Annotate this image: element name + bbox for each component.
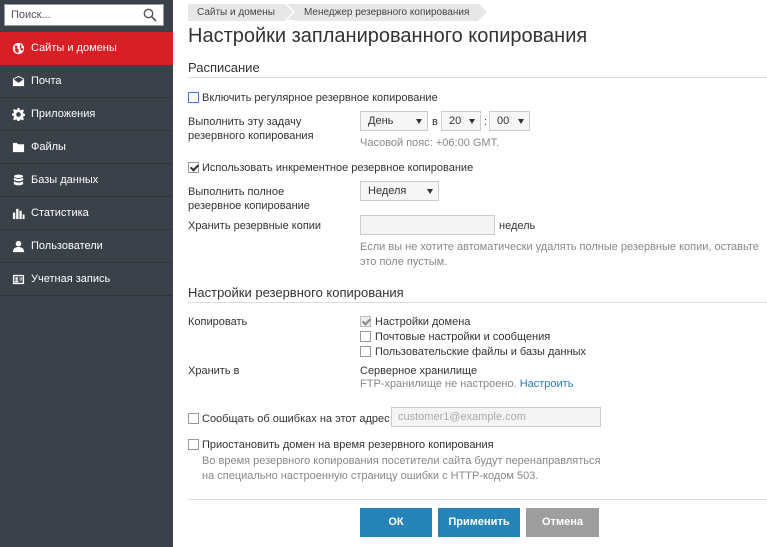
period-select-value: День bbox=[368, 115, 394, 127]
mail-settings-checkbox[interactable] bbox=[360, 331, 371, 342]
sidebar-item-account[interactable]: Учетная запись bbox=[0, 263, 173, 296]
notify-email-input[interactable]: customer1@example.com bbox=[391, 407, 601, 427]
sidebar-item-mail[interactable]: Почта bbox=[0, 65, 173, 98]
search-icon[interactable] bbox=[143, 8, 157, 22]
cancel-button[interactable]: Отмена bbox=[526, 508, 599, 537]
full-backup-period-value: Неделя bbox=[368, 185, 407, 197]
full-backup-period-select[interactable]: Неделя bbox=[360, 181, 439, 201]
store-in-label: Хранить в bbox=[188, 365, 240, 377]
mail-settings-label: Почтовые настройки и сообщения bbox=[375, 331, 551, 343]
backup-section-title: Настройки резервного копирования bbox=[188, 285, 404, 300]
breadcrumb-item-sites[interactable]: Сайты и домены bbox=[188, 4, 293, 21]
keep-backups-input[interactable] bbox=[360, 215, 495, 235]
schedule-section-title: Расписание bbox=[188, 60, 260, 75]
breadcrumb-item-backup-manager[interactable]: Менеджер резервного копирования bbox=[286, 4, 488, 21]
hour-select-value: 20 bbox=[449, 115, 462, 127]
domain-settings-label: Настройки домена bbox=[375, 316, 471, 328]
minute-select-value: 00 bbox=[497, 115, 510, 127]
notify-errors-label: Сообщать об ошибках на этот адрес bbox=[202, 413, 390, 425]
incremental-checkbox[interactable] bbox=[188, 162, 199, 173]
ftp-status-text: FTP-хранилище не настроено. bbox=[360, 378, 517, 390]
store-value: Серверное хранилище bbox=[360, 365, 478, 377]
sidebar-item-label: Статистика bbox=[31, 207, 89, 219]
chevron-down-icon bbox=[518, 119, 524, 124]
full-backup-label-line2: резервное копирование bbox=[188, 200, 310, 212]
globe-icon bbox=[11, 41, 25, 55]
page-title: Настройки запланированного копирования bbox=[188, 25, 588, 47]
divider bbox=[188, 302, 767, 303]
sidebar-item-statistics[interactable]: Статистика bbox=[0, 197, 173, 230]
database-icon bbox=[11, 173, 25, 187]
timezone-text: Часовой пояс: +06:00 GMT. bbox=[360, 137, 500, 149]
user-icon bbox=[11, 239, 25, 253]
keep-backups-unit: недель bbox=[499, 220, 536, 232]
run-task-label-line2: резервного копирования bbox=[188, 130, 314, 142]
sidebar-item-label: Пользователи bbox=[31, 240, 103, 252]
notify-errors-checkbox[interactable] bbox=[188, 413, 199, 424]
minute-select[interactable]: 00 bbox=[489, 111, 530, 131]
main-content: Сайты и домены Менеджер резервного копир… bbox=[173, 0, 767, 547]
ok-button[interactable]: ОК bbox=[360, 508, 432, 537]
chart-icon bbox=[11, 206, 25, 220]
period-select[interactable]: День bbox=[360, 111, 428, 131]
sidebar-item-label: Приложения bbox=[31, 108, 96, 120]
sidebar-item-sites-domains[interactable]: Сайты и домены bbox=[0, 32, 173, 65]
sidebar-item-users[interactable]: Пользователи bbox=[0, 230, 173, 263]
enable-schedule-label: Включить регулярное резервное копировани… bbox=[202, 92, 438, 104]
chevron-down-icon bbox=[416, 119, 422, 124]
suspend-hint-line2: на специально настроенную страницу ошибк… bbox=[202, 470, 539, 482]
sidebar: Сайты и домены Почта Приложения Файлы Ба… bbox=[0, 0, 173, 547]
enable-schedule-checkbox[interactable] bbox=[188, 92, 199, 103]
domain-settings-checkbox[interactable] bbox=[360, 316, 371, 327]
account-icon bbox=[11, 272, 25, 286]
suspend-hint-line1: Во время резервного копирования посетите… bbox=[202, 455, 601, 467]
mail-icon bbox=[11, 74, 25, 88]
sidebar-item-label: Почта bbox=[31, 75, 62, 87]
sidebar-nav: Сайты и домены Почта Приложения Файлы Ба… bbox=[0, 32, 173, 296]
copy-label: Копировать bbox=[188, 316, 248, 328]
time-colon: : bbox=[484, 116, 488, 128]
ftp-status: FTP-хранилище не настроено. Настроить bbox=[360, 377, 573, 391]
sidebar-item-label: Файлы bbox=[31, 141, 66, 153]
ftp-configure-link[interactable]: Настроить bbox=[520, 378, 574, 390]
search-box[interactable] bbox=[4, 4, 164, 26]
sidebar-item-files[interactable]: Файлы bbox=[0, 131, 173, 164]
run-task-label-line1: Выполнить эту задачу bbox=[188, 116, 302, 128]
gear-icon bbox=[11, 107, 25, 121]
sidebar-item-databases[interactable]: Базы данных bbox=[0, 164, 173, 197]
chevron-down-icon bbox=[427, 189, 433, 194]
divider bbox=[188, 499, 767, 500]
sidebar-item-label: Учетная запись bbox=[31, 273, 111, 285]
search-input[interactable] bbox=[5, 5, 137, 25]
hour-select[interactable]: 20 bbox=[441, 111, 481, 131]
incremental-label: Использовать инкрементное резервное копи… bbox=[202, 162, 474, 174]
suspend-domain-checkbox[interactable] bbox=[188, 439, 199, 450]
at-label: в bbox=[432, 116, 438, 128]
keep-backups-label: Хранить резервные копии bbox=[188, 220, 322, 232]
chevron-down-icon bbox=[469, 119, 475, 124]
full-backup-label-line1: Выполнить полное bbox=[188, 186, 285, 198]
suspend-domain-label: Приостановить домен на время резервного … bbox=[202, 439, 494, 451]
user-files-checkbox[interactable] bbox=[360, 346, 371, 357]
keep-backups-hint-line1: Если вы не хотите автоматически удалять … bbox=[360, 241, 759, 253]
sidebar-item-label: Сайты и домены bbox=[31, 42, 117, 54]
breadcrumb: Сайты и домены Менеджер резервного копир… bbox=[188, 4, 489, 21]
folder-icon bbox=[11, 140, 25, 154]
divider bbox=[188, 77, 767, 78]
sidebar-item-label: Базы данных bbox=[31, 174, 99, 186]
apply-button[interactable]: Применить bbox=[438, 508, 520, 537]
sidebar-item-applications[interactable]: Приложения bbox=[0, 98, 173, 131]
user-files-label: Пользовательские файлы и базы данных bbox=[375, 346, 587, 358]
keep-backups-hint-line2: это поле пустым. bbox=[360, 256, 448, 268]
